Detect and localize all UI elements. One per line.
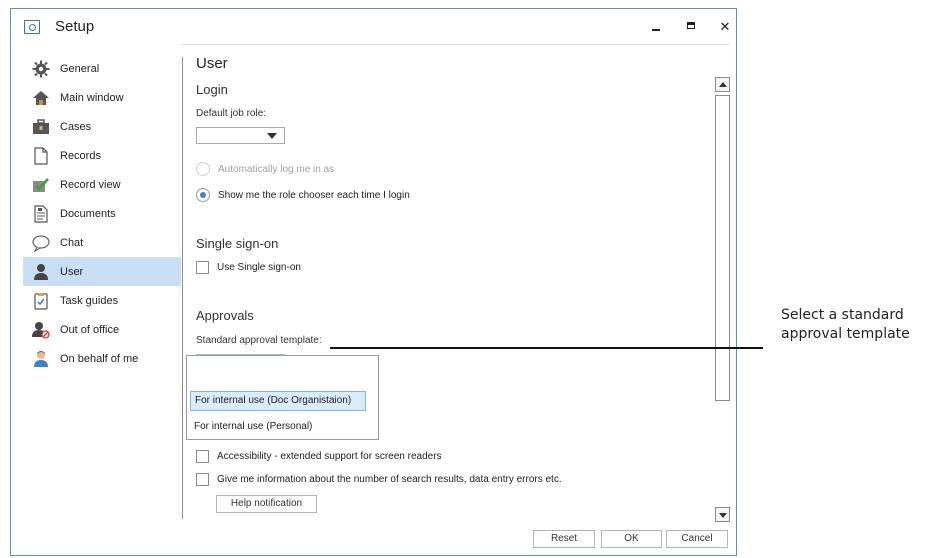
sidebar-item-main-window[interactable]: Main window — [23, 83, 181, 112]
close-button[interactable]: ✕ — [714, 17, 736, 37]
use-sso-option[interactable]: Use Single sign-on — [196, 261, 301, 274]
callout-line-1: Select a standard — [781, 307, 904, 323]
use-sso-label: Use Single sign-on — [217, 262, 301, 273]
auto-login-label: Automatically log me in as — [218, 163, 335, 175]
approval-template-label: Standard approval template: — [196, 335, 322, 346]
person-icon — [32, 350, 50, 368]
auto-login-radio[interactable] — [196, 162, 210, 176]
sidebar-item-record-view[interactable]: Record view — [23, 170, 181, 199]
sidebar-item-label: Cases — [60, 120, 92, 133]
info-option[interactable]: Give me information about the number of … — [196, 473, 562, 486]
reset-button[interactable]: Reset — [533, 530, 595, 548]
sidebar-item-label: Task guides — [60, 294, 119, 307]
sidebar-item-label: Documents — [60, 207, 116, 220]
sidebar-item-label: Out of office — [60, 323, 120, 336]
sidebar-item-label: Main window — [60, 91, 124, 104]
sidebar-item-label: Record view — [60, 178, 121, 191]
person-icon — [32, 263, 50, 281]
scroll-thumb[interactable] — [715, 95, 730, 401]
home-icon — [32, 89, 50, 107]
scroll-up-button[interactable] — [715, 77, 730, 92]
sidebar-item-cases[interactable]: Cases — [23, 112, 181, 141]
sidebar-item-label: User — [60, 265, 84, 278]
auto-login-option[interactable]: Automatically log me in as — [196, 162, 334, 176]
clipboard-icon — [32, 292, 50, 310]
speech-bubble-icon — [32, 234, 50, 252]
sidebar-item-out-of-office[interactable]: Out of office — [23, 315, 181, 344]
sidebar-item-general[interactable]: General — [23, 54, 181, 83]
help-notification-button[interactable]: Help notification — [216, 495, 317, 513]
document-icon — [32, 146, 50, 165]
sidebar: General Main window Cases Records Record… — [23, 54, 181, 373]
accessibility-option[interactable]: Accessibility - extended support for scr… — [196, 450, 442, 463]
approval-option-doc-organisation[interactable]: For internal use (Doc Organistaion) — [190, 391, 366, 411]
page-title: User — [196, 55, 228, 72]
person-blocked-icon — [32, 321, 50, 339]
title-bar: Setup ✕ — [11, 9, 736, 45]
role-chooser-radio[interactable] — [196, 188, 210, 202]
setup-app-icon — [24, 20, 40, 34]
sidebar-item-records[interactable]: Records — [23, 141, 181, 170]
text-document-icon — [32, 204, 50, 223]
role-chooser-label: Show me the role chooser each time I log… — [218, 189, 410, 201]
sidebar-item-label: Records — [60, 149, 101, 162]
default-job-role-label: Default job role: — [196, 108, 267, 119]
sidebar-item-label: Chat — [60, 236, 84, 249]
info-checkbox[interactable] — [196, 473, 209, 486]
sidebar-item-documents[interactable]: Documents — [23, 199, 181, 228]
title-divider — [181, 44, 729, 45]
sidebar-item-task-guides[interactable]: Task guides — [23, 286, 181, 315]
use-sso-checkbox[interactable] — [196, 261, 209, 274]
chevron-down-icon — [267, 133, 277, 139]
sidebar-divider — [182, 57, 183, 519]
accessibility-checkbox[interactable] — [196, 450, 209, 463]
callout-line — [330, 347, 763, 349]
default-job-role-dropdown[interactable] — [196, 127, 285, 144]
callout-annotation: Select a standard approval template — [781, 306, 910, 344]
sidebar-item-user[interactable]: User — [23, 257, 181, 286]
approval-option-personal[interactable]: For internal use (Personal) — [190, 417, 366, 437]
gear-icon — [32, 60, 50, 78]
sidebar-item-chat[interactable]: Chat — [23, 228, 181, 257]
callout-line-2: approval template — [781, 326, 910, 342]
sidebar-item-on-behalf-of-me[interactable]: On behalf of me — [23, 344, 181, 373]
sidebar-item-label: On behalf of me — [60, 352, 139, 365]
briefcase-icon — [32, 118, 50, 136]
vertical-scrollbar[interactable] — [715, 77, 730, 532]
info-label: Give me information about the number of … — [217, 474, 562, 485]
sso-heading: Single sign-on — [196, 236, 279, 251]
minimize-button[interactable] — [645, 17, 667, 37]
cancel-button[interactable]: Cancel — [666, 530, 728, 548]
accessibility-label: Accessibility - extended support for scr… — [217, 451, 442, 462]
checkmark-icon — [32, 176, 50, 194]
scroll-down-button[interactable] — [715, 507, 730, 522]
approval-template-list: For internal use (Doc Organistaion) For … — [186, 355, 379, 440]
login-heading: Login — [196, 82, 228, 97]
ok-button[interactable]: OK — [601, 530, 662, 548]
window-title: Setup — [55, 18, 95, 35]
maximize-button[interactable] — [681, 17, 703, 37]
approval-option-empty[interactable] — [190, 362, 366, 382]
sidebar-item-label: General — [60, 62, 100, 75]
role-chooser-option[interactable]: Show me the role chooser each time I log… — [196, 188, 410, 202]
setup-window: Setup ✕ General Main window Cases Record… — [10, 8, 737, 556]
approvals-heading: Approvals — [196, 308, 254, 323]
